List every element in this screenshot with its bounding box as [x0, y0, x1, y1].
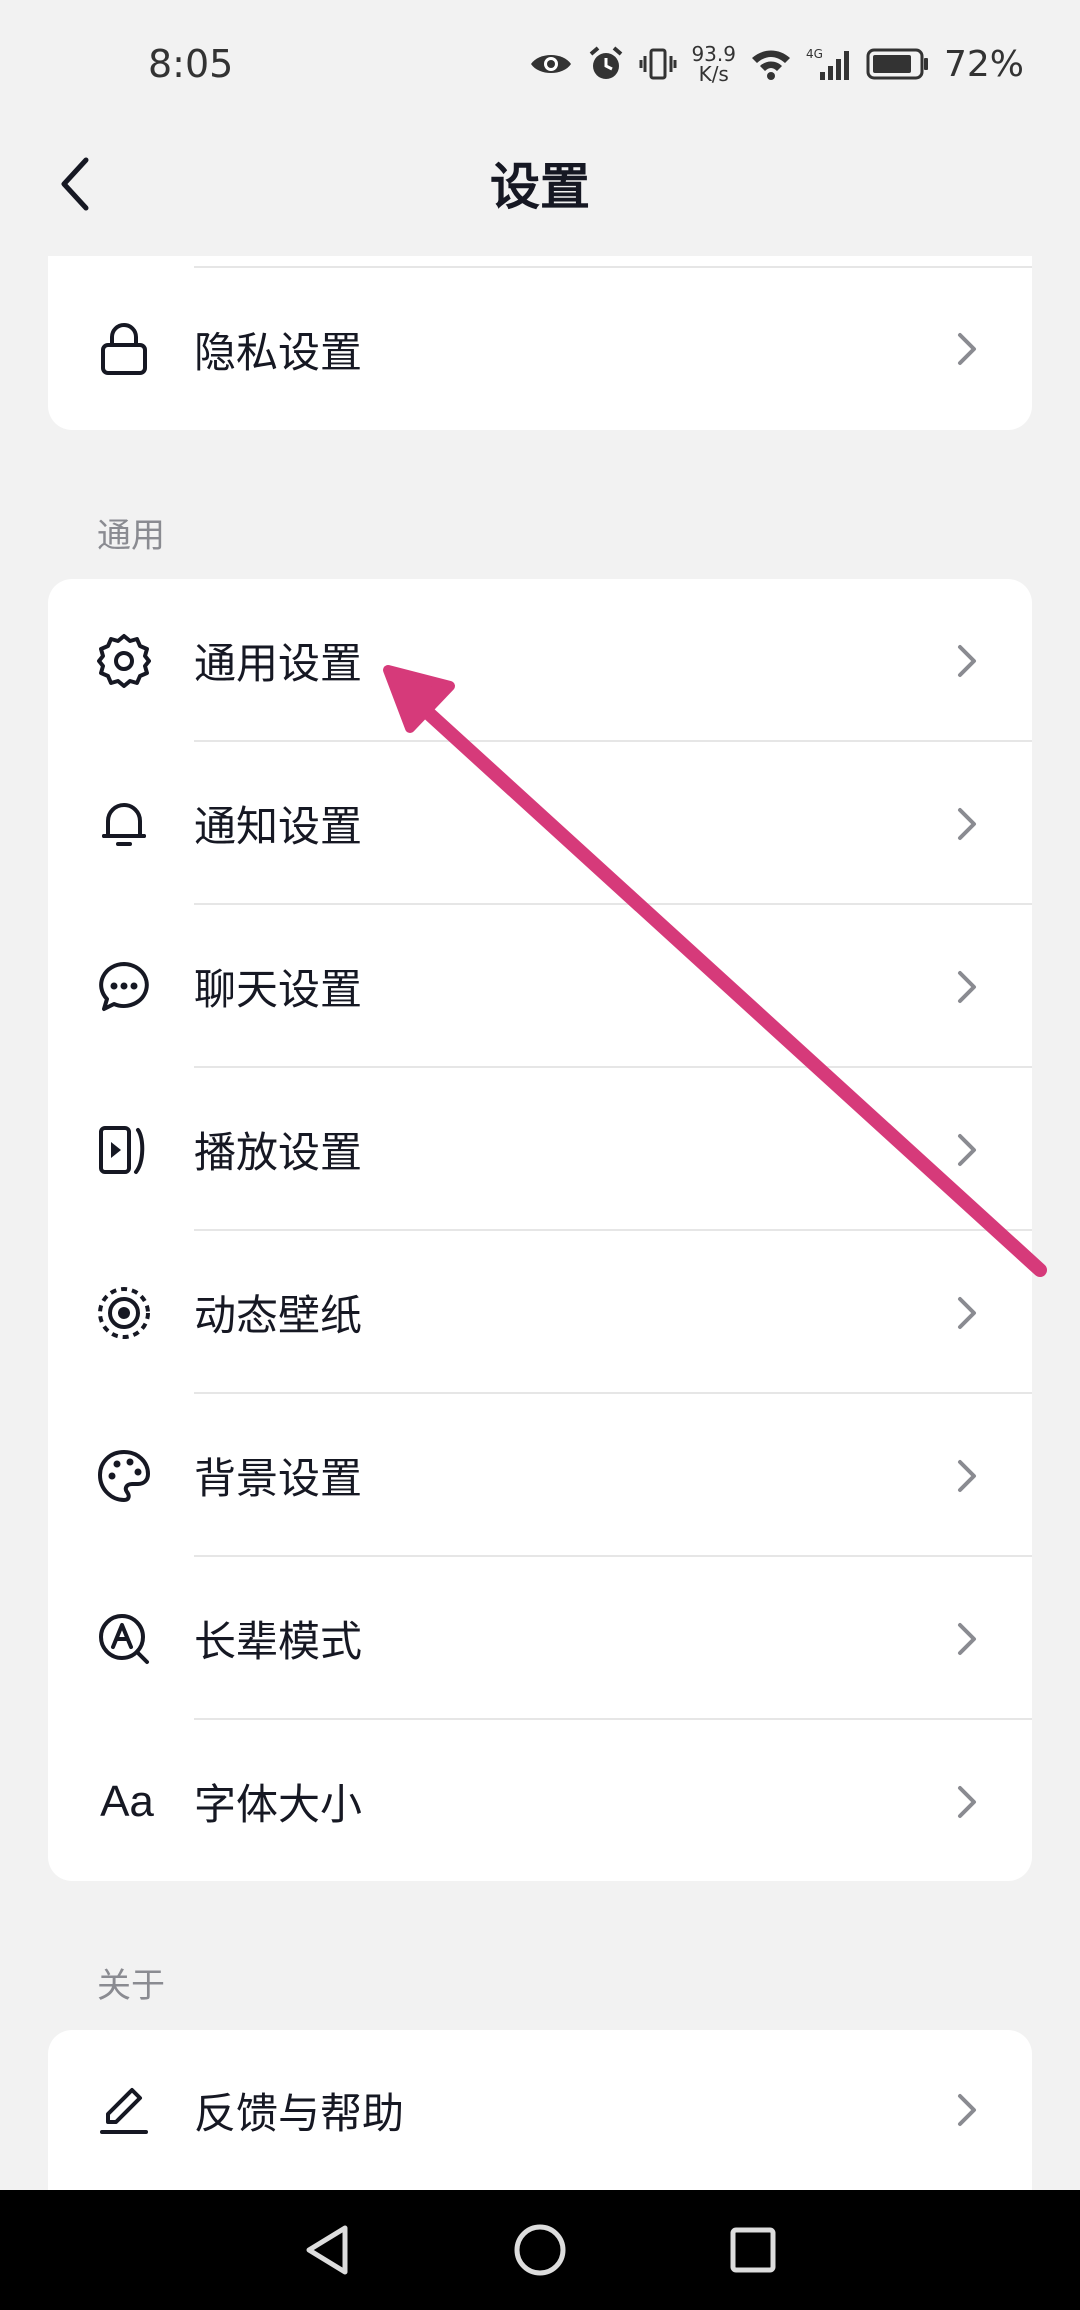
settings-item-label: 动态壁纸: [194, 1291, 363, 1340]
back-button[interactable]: [44, 152, 108, 216]
palette-icon: [96, 1448, 152, 1504]
section-label-general: 通用: [97, 516, 165, 556]
pen-icon: [96, 2082, 152, 2138]
settings-item-playback[interactable]: 播放设置: [48, 1068, 1032, 1231]
settings-item-notification[interactable]: 通知设置: [48, 742, 1032, 905]
wifi-icon: [750, 47, 792, 81]
system-nav-bar: [0, 2190, 1080, 2310]
general-card: 通用设置 通知设置 聊天设置 播放设置 动态壁纸 背景设置 长辈模式 Aa 字体…: [48, 579, 1032, 1881]
nav-home-button[interactable]: [500, 2210, 580, 2290]
settings-item-label: 聊天设置: [194, 965, 363, 1014]
chat-bubble-icon: [96, 959, 152, 1015]
about-card: 反馈与帮助: [48, 2030, 1032, 2190]
triangle-back-icon: [306, 2225, 348, 2275]
page-title: 设置: [490, 158, 590, 216]
settings-item-feedback[interactable]: 反馈与帮助: [48, 2030, 1032, 2190]
gear-icon: [96, 633, 152, 689]
settings-item-label: 反馈与帮助: [194, 2088, 405, 2138]
settings-item-background[interactable]: 背景设置: [48, 1394, 1032, 1557]
battery-icon: [866, 47, 930, 81]
settings-item-label: 字体大小: [194, 1780, 363, 1829]
chevron-right-icon: [952, 2090, 982, 2130]
elder-mode-icon: [96, 1611, 152, 1667]
status-bar: 8:05 93.9 K/s 4G 72%: [0, 0, 1080, 128]
nav-back-button[interactable]: [287, 2210, 367, 2290]
settings-item-chat[interactable]: 聊天设置: [48, 905, 1032, 1068]
chevron-right-icon: [952, 1782, 982, 1822]
font-size-icon-text: Aa: [100, 1776, 154, 1826]
lock-icon: [96, 321, 152, 377]
play-icon: [96, 1122, 152, 1178]
settings-item-label: 播放设置: [194, 1128, 363, 1177]
square-recents-icon: [730, 2227, 776, 2273]
header: 设置: [0, 128, 1080, 238]
nav-recents-button[interactable]: [713, 2210, 793, 2290]
chevron-right-icon: [952, 967, 982, 1007]
settings-item-label: 通知设置: [194, 802, 363, 851]
alarm-icon: [587, 45, 625, 83]
font-size-icon: Aa: [94, 1774, 160, 1830]
circle-home-icon: [514, 2224, 566, 2276]
status-time: 8:05: [148, 42, 234, 86]
settings-item-label: 隐私设置: [194, 327, 363, 377]
chevron-right-icon: [952, 804, 982, 844]
cell-signal-icon: 4G: [806, 46, 852, 82]
battery-percent: 72%: [943, 43, 1024, 85]
back-arrow-icon: [61, 157, 89, 211]
net-speed: 93.9 K/s: [691, 44, 736, 84]
settings-item-privacy[interactable]: 隐私设置: [48, 268, 1032, 430]
network-type: 4G: [806, 47, 823, 61]
chevron-right-icon: [952, 1456, 982, 1496]
settings-item-live-wallpaper[interactable]: 动态壁纸: [48, 1231, 1032, 1394]
bell-icon: [96, 796, 152, 852]
settings-item-general[interactable]: 通用设置: [48, 579, 1032, 742]
chevron-right-icon: [952, 1619, 982, 1659]
settings-item-font-size[interactable]: Aa 字体大小: [48, 1720, 1032, 1881]
settings-item-label: 长辈模式: [194, 1617, 363, 1666]
chevron-right-icon: [952, 329, 982, 369]
settings-item-label: 通用设置: [194, 639, 363, 688]
section-label-about: 关于: [97, 1966, 165, 2006]
chevron-right-icon: [952, 641, 982, 681]
net-speed-unit: K/s: [698, 62, 729, 86]
status-icons: 93.9 K/s 4G 72%: [529, 44, 1024, 85]
eye-icon: [529, 49, 573, 79]
chevron-right-icon: [952, 1130, 982, 1170]
live-wallpaper-icon: [96, 1285, 152, 1341]
vibrate-icon: [639, 45, 677, 83]
settings-item-elder-mode[interactable]: 长辈模式: [48, 1557, 1032, 1720]
net-speed-value: 93.9: [691, 42, 736, 66]
privacy-card: 隐私设置: [48, 256, 1032, 430]
chevron-right-icon: [952, 1293, 982, 1333]
settings-item-label: 背景设置: [194, 1454, 363, 1503]
